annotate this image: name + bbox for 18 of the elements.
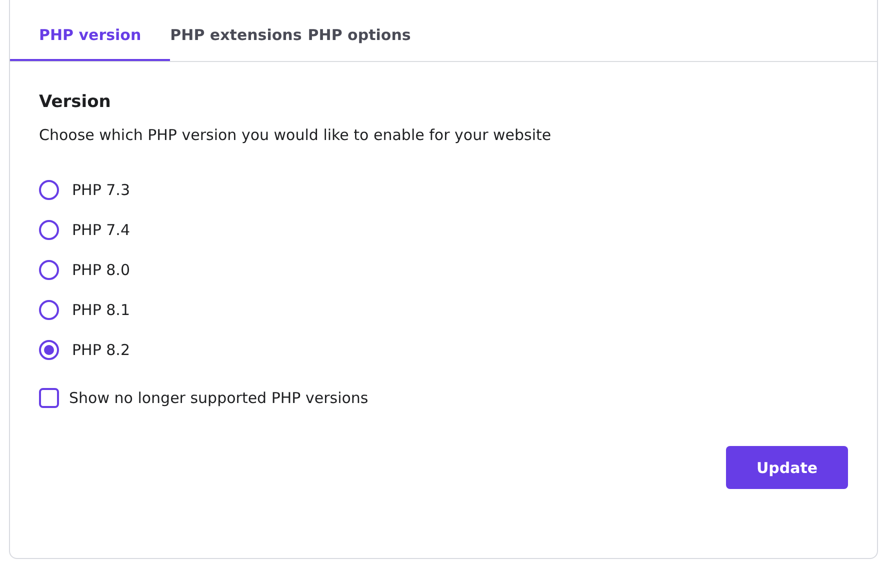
section-description: Choose which PHP version you would like to enable for your website <box>39 126 552 144</box>
section-title: Version <box>39 92 111 112</box>
radio-label: PHP 8.1 <box>72 301 130 319</box>
radio-button[interactable] <box>39 220 59 240</box>
radio-button[interactable] <box>39 340 59 360</box>
checkbox-label: Show no longer supported PHP versions <box>69 389 368 407</box>
radio-button[interactable] <box>39 260 59 280</box>
update-button[interactable]: Update <box>726 446 848 489</box>
tab[interactable]: PHP options <box>308 0 411 61</box>
radio-label: PHP 8.2 <box>72 341 130 359</box>
radio-label: PHP 7.4 <box>72 221 130 239</box>
radio-label: PHP 8.0 <box>72 261 130 279</box>
tab[interactable]: PHP extensions <box>170 0 308 61</box>
tab[interactable]: PHP version <box>10 0 170 61</box>
radio-label: PHP 7.3 <box>72 181 130 199</box>
radio-button[interactable] <box>39 300 59 320</box>
radio-button[interactable] <box>39 180 59 200</box>
checkbox[interactable] <box>39 388 59 408</box>
